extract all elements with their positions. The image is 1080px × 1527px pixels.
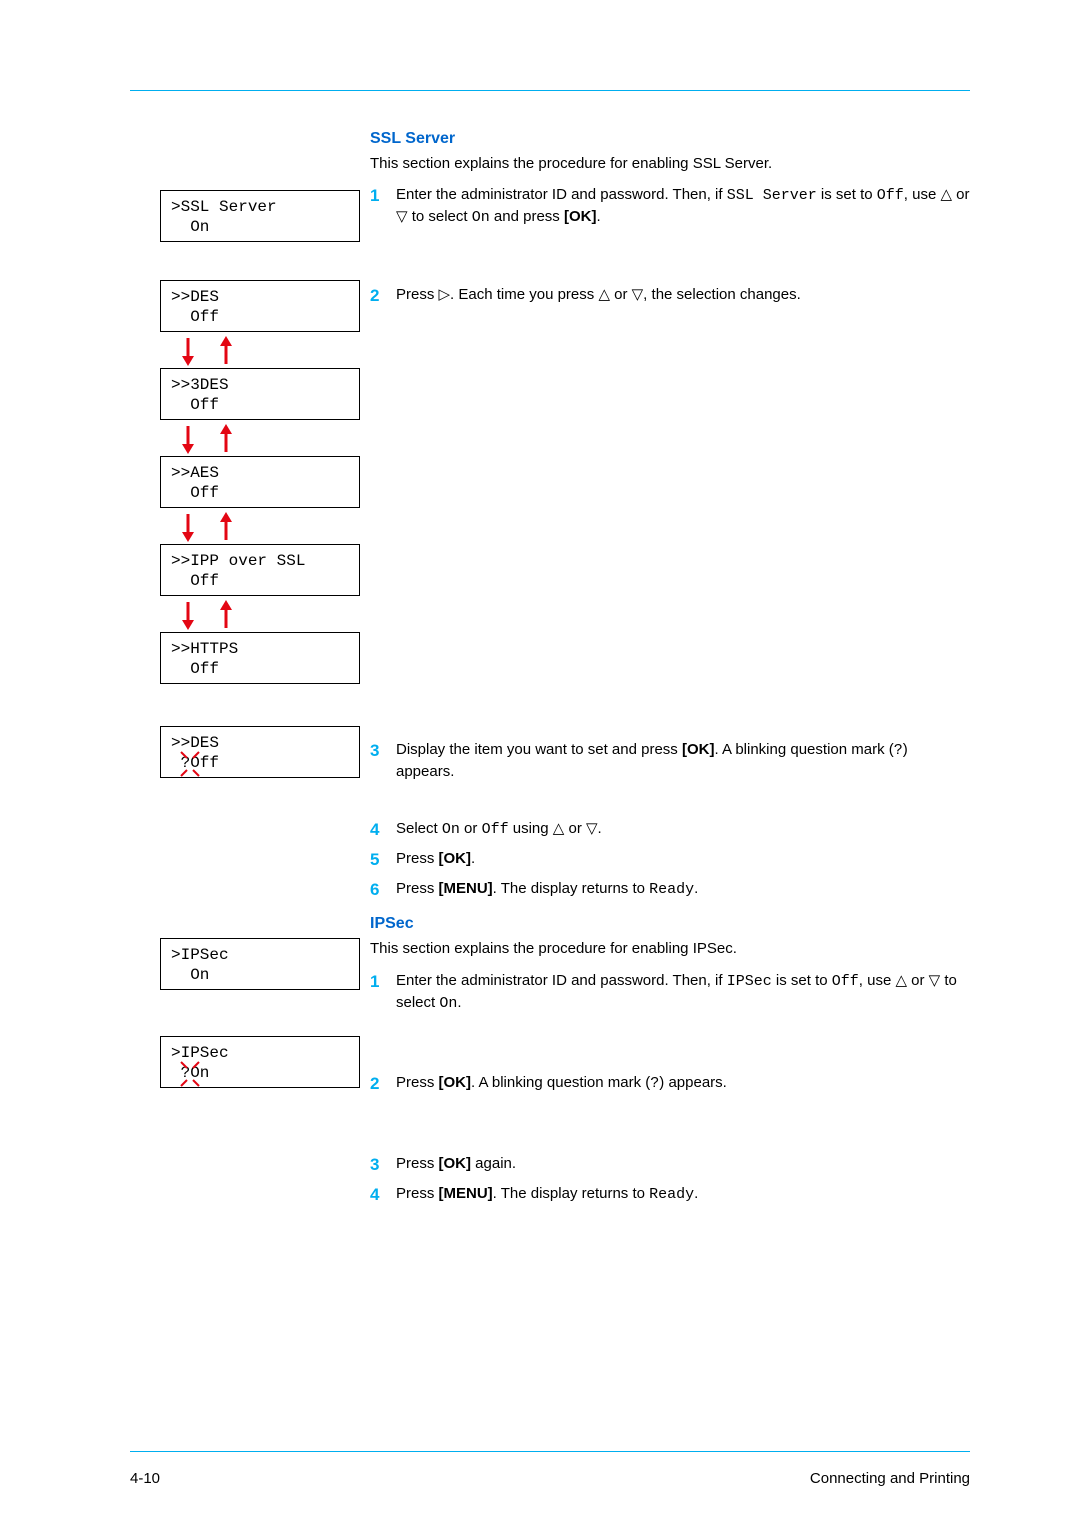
step-4: 4 Press [MENU]. The display returns to R… xyxy=(370,1183,970,1207)
lcd-ipsec-blink: >IPSec ?On xyxy=(160,1036,360,1088)
lcd-des-blink: >>DES ?Off xyxy=(160,726,360,778)
lcd-line: >SSL Server xyxy=(171,197,349,217)
ssl-steps: 1 Enter the administrator ID and passwor… xyxy=(370,184,970,228)
step-5: 5 Press [OK]. xyxy=(370,848,970,872)
arrow-up-icon xyxy=(216,336,236,366)
lcd-des: >>DES Off xyxy=(160,280,360,332)
lcd-https: >>HTTPS Off xyxy=(160,632,360,684)
lcd-aes: >>AES Off xyxy=(160,456,360,508)
arrow-up-icon xyxy=(216,424,236,454)
step-number: 3 xyxy=(370,739,396,763)
ssl-steps-2: 2 Press ▷. Each time you press △ or ▽, t… xyxy=(370,284,970,308)
nav-arrows xyxy=(160,334,360,368)
step-text: Press [MENU]. The display returns to Rea… xyxy=(396,1183,970,1205)
ipsec-steps-2: 2 Press [OK]. A blinking question mark (… xyxy=(370,1072,970,1096)
arrow-down-icon xyxy=(178,600,198,630)
step-text: Enter the administrator ID and password.… xyxy=(396,184,970,228)
step-6: 6 Press [MENU]. The display returns to R… xyxy=(370,878,970,902)
lcd-line: Off xyxy=(171,571,349,591)
step-number: 2 xyxy=(370,1072,396,1096)
arrow-up-icon xyxy=(216,600,236,630)
step-text: Press ▷. Each time you press △ or ▽, the… xyxy=(396,284,970,305)
lcd-ssl-server: >SSL Server On xyxy=(160,190,360,242)
lcd-3des: >>3DES Off xyxy=(160,368,360,420)
arrow-down-icon xyxy=(178,336,198,366)
step-2: 2 Press [OK]. A blinking question mark (… xyxy=(370,1072,970,1096)
step-2: 2 Press ▷. Each time you press △ or ▽, t… xyxy=(370,284,970,308)
lcd-line: Off xyxy=(171,395,349,415)
step-3: 3 Display the item you want to set and p… xyxy=(370,739,970,782)
page: >SSL Server On >>DES Off >>3DES Off >>AE… xyxy=(0,0,1080,1527)
right-column: SSL Server This section explains the pro… xyxy=(370,130,970,1207)
heading-ipsec: IPSec xyxy=(370,915,970,933)
ipsec-steps-1: 1 Enter the administrator ID and passwor… xyxy=(370,970,970,1014)
lcd-line: Off xyxy=(171,483,349,503)
lcd-line: Off xyxy=(171,307,349,327)
lcd-line: On xyxy=(171,965,349,985)
lcd-line: >>3DES xyxy=(171,375,349,395)
rule-top xyxy=(130,90,970,91)
step-number: 2 xyxy=(370,284,396,308)
heading-ssl-server: SSL Server xyxy=(370,130,970,148)
rule-bottom xyxy=(130,1451,970,1452)
arrow-down-icon xyxy=(178,424,198,454)
ssl-steps-456: 4 Select On or Off using △ or ▽. 5 Press… xyxy=(370,818,970,901)
blink-marks-icon xyxy=(175,1056,205,1090)
ipsec-steps-34: 3 Press [OK] again. 4 Press [MENU]. The … xyxy=(370,1153,970,1207)
lcd-ipsec: >IPSec On xyxy=(160,938,360,990)
lcd-line: Off xyxy=(171,659,349,679)
step-number: 4 xyxy=(370,818,396,842)
step-text: Press [OK]. xyxy=(396,848,970,869)
intro-text: This section explains the procedure for … xyxy=(370,939,970,959)
step-text: Press [OK] again. xyxy=(396,1153,970,1174)
nav-arrows xyxy=(160,422,360,456)
page-number: 4-10 xyxy=(130,1470,160,1487)
arrow-down-icon xyxy=(178,512,198,542)
step-number: 5 xyxy=(370,848,396,872)
step-text: Press [OK]. A blinking question mark (?)… xyxy=(396,1072,970,1094)
lcd-line: >>AES xyxy=(171,463,349,483)
step-1: 1 Enter the administrator ID and passwor… xyxy=(370,970,970,1014)
step-number: 3 xyxy=(370,1153,396,1177)
section-title: Connecting and Printing xyxy=(810,1470,970,1487)
lcd-line: >>HTTPS xyxy=(171,639,349,659)
step-text: Enter the administrator ID and password.… xyxy=(396,970,970,1014)
lcd-line: >>DES xyxy=(171,287,349,307)
step-text: Press [MENU]. The display returns to Rea… xyxy=(396,878,970,900)
step-1: 1 Enter the administrator ID and passwor… xyxy=(370,184,970,228)
nav-arrows xyxy=(160,598,360,632)
ssl-steps-3: 3 Display the item you want to set and p… xyxy=(370,739,970,782)
lcd-line: >>IPP over SSL xyxy=(171,551,349,571)
lcd-ipp-over-ssl: >>IPP over SSL Off xyxy=(160,544,360,596)
nav-arrows xyxy=(160,510,360,544)
lcd-line: On xyxy=(171,217,349,237)
step-text: Display the item you want to set and pre… xyxy=(396,739,970,782)
footer: 4-10 Connecting and Printing xyxy=(130,1470,970,1487)
content: >SSL Server On >>DES Off >>3DES Off >>AE… xyxy=(130,120,970,1437)
blink-marks-icon xyxy=(175,746,205,780)
step-3: 3 Press [OK] again. xyxy=(370,1153,970,1177)
step-number: 6 xyxy=(370,878,396,902)
step-4: 4 Select On or Off using △ or ▽. xyxy=(370,818,970,842)
step-number: 1 xyxy=(370,184,396,208)
intro-text: This section explains the procedure for … xyxy=(370,154,970,174)
arrow-up-icon xyxy=(216,512,236,542)
step-text: Select On or Off using △ or ▽. xyxy=(396,818,970,840)
lcd-line: >IPSec xyxy=(171,945,349,965)
step-number: 1 xyxy=(370,970,396,994)
step-number: 4 xyxy=(370,1183,396,1207)
